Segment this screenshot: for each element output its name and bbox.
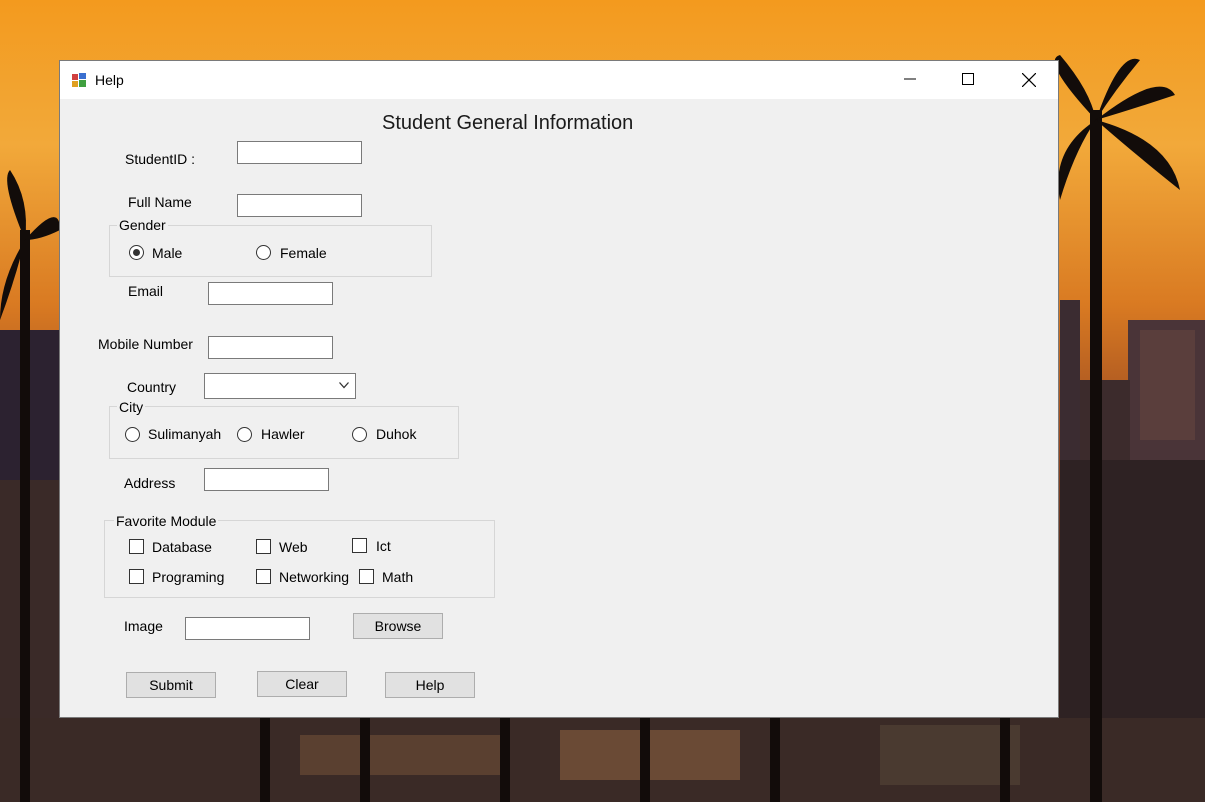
- browse-button[interactable]: Browse: [353, 613, 443, 639]
- module-database-label[interactable]: Database: [152, 539, 212, 555]
- minimize-button[interactable]: [882, 61, 940, 99]
- city-sulimanyah-radio[interactable]: [125, 427, 140, 442]
- city-duhok-label[interactable]: Duhok: [376, 426, 416, 442]
- mobile-number-label: Mobile Number: [98, 336, 193, 352]
- city-duhok-radio[interactable]: [352, 427, 367, 442]
- gender-group-title: Gender: [117, 217, 168, 233]
- gender-female-radio[interactable]: [256, 245, 271, 260]
- module-math-checkbox[interactable]: [359, 569, 374, 584]
- email-input[interactable]: [208, 282, 333, 305]
- module-networking-checkbox[interactable]: [256, 569, 271, 584]
- image-path-input[interactable]: [185, 617, 310, 640]
- city-sulimanyah-label[interactable]: Sulimanyah: [148, 426, 221, 442]
- gender-female-label[interactable]: Female: [280, 245, 327, 261]
- minimize-icon: [904, 78, 916, 80]
- title-bar[interactable]: Help: [60, 61, 1058, 99]
- app-window: Help Student General Information Student…: [59, 60, 1059, 718]
- city-hawler-label[interactable]: Hawler: [261, 426, 305, 442]
- image-label: Image: [124, 618, 163, 634]
- module-web-checkbox[interactable]: [256, 539, 271, 554]
- favorite-module-group: [104, 520, 495, 598]
- address-input[interactable]: [204, 468, 329, 491]
- maximize-button[interactable]: [940, 61, 998, 99]
- mobile-number-input[interactable]: [208, 336, 333, 359]
- maximize-icon: [962, 73, 974, 85]
- address-label: Address: [124, 475, 176, 491]
- student-id-label: StudentID :: [125, 151, 196, 167]
- country-dropdown[interactable]: [204, 373, 356, 399]
- module-programing-label[interactable]: Programing: [152, 569, 224, 585]
- module-math-label[interactable]: Math: [382, 569, 413, 585]
- gender-male-radio[interactable]: [129, 245, 144, 260]
- full-name-label: Full Name: [128, 194, 192, 210]
- help-button[interactable]: Help: [385, 672, 475, 698]
- module-ict-label[interactable]: Ict: [376, 538, 391, 554]
- student-id-input[interactable]: [237, 141, 362, 164]
- module-ict-checkbox[interactable]: [352, 538, 367, 553]
- module-programing-checkbox[interactable]: [129, 569, 144, 584]
- close-button[interactable]: [1000, 61, 1058, 99]
- window-title: Help: [95, 72, 124, 88]
- city-hawler-radio[interactable]: [237, 427, 252, 442]
- chevron-down-icon: [339, 382, 349, 389]
- module-networking-label[interactable]: Networking: [279, 569, 349, 585]
- close-icon: [1022, 73, 1036, 87]
- country-label: Country: [127, 379, 177, 395]
- favorite-module-group-title: Favorite Module: [114, 513, 219, 529]
- module-database-checkbox[interactable]: [129, 539, 144, 554]
- clear-button[interactable]: Clear: [257, 671, 347, 697]
- city-group-title: City: [117, 399, 146, 415]
- form-heading: Student General Information: [382, 112, 634, 134]
- submit-button[interactable]: Submit: [126, 672, 216, 698]
- full-name-input[interactable]: [237, 194, 362, 217]
- app-form-icon: [71, 72, 87, 88]
- gender-male-label[interactable]: Male: [152, 245, 182, 261]
- module-web-label[interactable]: Web: [279, 539, 308, 555]
- email-label: Email: [128, 283, 164, 299]
